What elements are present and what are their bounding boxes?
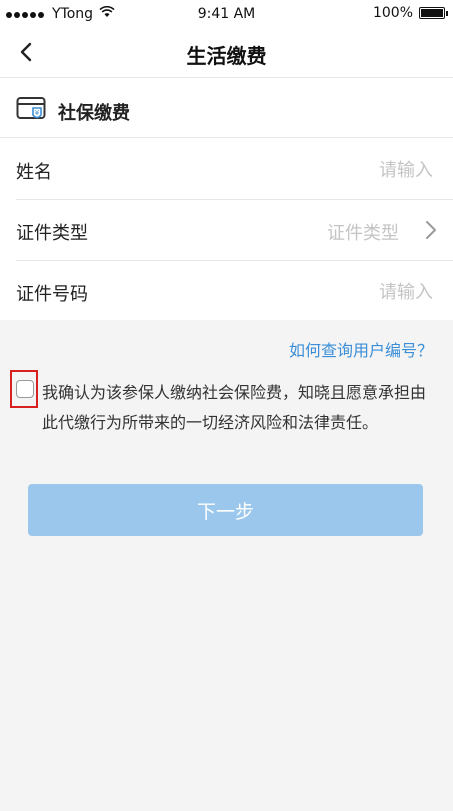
- section-header: ¥ 社保缴费: [0, 78, 453, 138]
- consent-text: 我确认为该参保人缴纳社会保险费，知晓且愿意承担由此代缴行为所带来的一切经济风险和…: [42, 383, 427, 432]
- id-number-row: 证件号码: [0, 261, 453, 322]
- status-right: 100%: [372, 5, 448, 21]
- name-input[interactable]: [231, 155, 435, 185]
- id-number-input[interactable]: [231, 277, 435, 307]
- name-label: 姓名: [16, 162, 52, 183]
- id-number-label: 证件号码: [16, 284, 88, 305]
- id-type-select[interactable]: 证件类型: [327, 219, 399, 245]
- id-type-row[interactable]: 证件类型 证件类型: [0, 200, 453, 261]
- consent-checkbox[interactable]: [16, 380, 34, 398]
- page-title: 生活缴费: [186, 44, 267, 68]
- help-link[interactable]: 如何查询用户编号？: [289, 337, 433, 361]
- chevron-right-icon: [425, 220, 437, 244]
- section-title: 社保缴费: [58, 103, 130, 124]
- form-card: ¥ 社保缴费 姓名 证件类型 证件类型 证件号码: [0, 78, 453, 320]
- nav-bar: 生活缴费: [0, 28, 453, 78]
- svg-text:¥: ¥: [35, 109, 40, 117]
- name-row: 姓名: [0, 139, 453, 200]
- id-type-label: 证件类型: [16, 223, 88, 244]
- battery-percent: 100%: [372, 5, 413, 21]
- card-icon: ¥: [16, 96, 48, 126]
- status-bar: YTong 9:41 AM 100%: [0, 0, 453, 28]
- battery-icon: [419, 7, 448, 19]
- next-button[interactable]: 下一步: [28, 484, 423, 536]
